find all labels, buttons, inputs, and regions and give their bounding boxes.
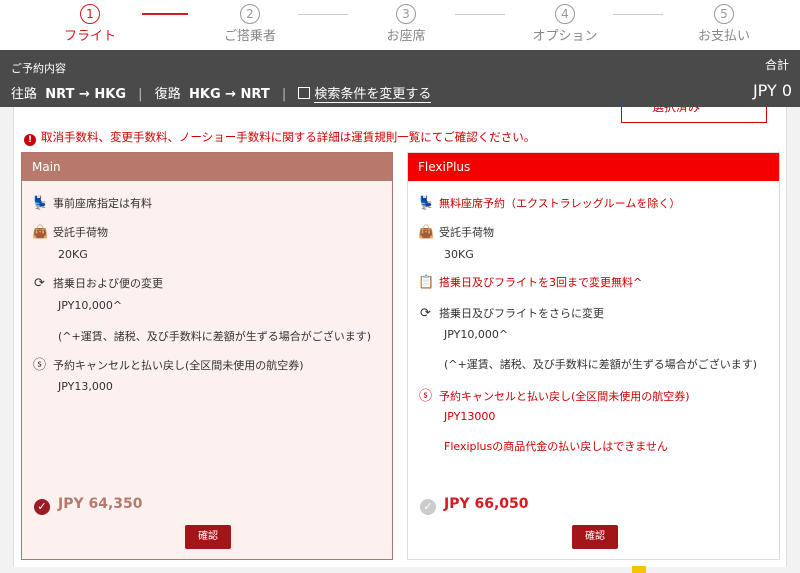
selected-badge-label: 選択済み <box>652 107 701 114</box>
change-note: (^+運賃、諸税、及び手数料に差額が生ずる場合がございます) <box>444 358 758 371</box>
fee-notice: ! 取消手数料、変更手数料、ノーショー手数料に関する詳細は運賃規則一覧にてご確認く… <box>24 129 535 146</box>
check-icon: ✓ <box>420 499 436 515</box>
dollar-icon: ⓢ <box>32 358 46 373</box>
edit-search-label: 検索条件を変更する <box>314 87 432 103</box>
step-connector <box>142 13 188 15</box>
baggage-value: 30KG <box>444 248 474 261</box>
change-note: (^+運賃、諸税、及び手数料に差額が生ずる場合がございます) <box>58 330 372 343</box>
step-number: 5 <box>714 4 734 24</box>
change-label: 搭乗日及びフライトをさらに変更 <box>439 307 604 320</box>
seat-icon: 💺 <box>32 196 49 211</box>
step-flight[interactable]: 1 フライト <box>40 4 140 44</box>
confirm-button[interactable]: 確認 <box>572 525 618 549</box>
dollar-icon: ⓢ <box>418 389 432 404</box>
refund-value: JPY13000 <box>444 410 496 423</box>
booking-summary-bar: ご予約内容 往路 NRT → HKG | 復路 HKG → NRT | 検索条件… <box>0 50 800 107</box>
route-line: 往路 NRT → HKG | 復路 HKG → NRT | 検索条件を変更する <box>11 83 432 103</box>
edit-icon <box>298 87 311 99</box>
step-label: お座席 <box>386 29 426 44</box>
fare-card-main[interactable]: Main 💺 事前座席指定は有料 👜 受託手荷物 20KG ⟳ 搭乗日および便の変更 … <box>21 152 393 560</box>
change-fee: JPY10,000^ <box>58 299 123 312</box>
free-change-feature: 📋 搭乗日及びフライトを3回まで変更無料^ <box>418 274 642 290</box>
baggage-label: 受託手荷物 <box>53 226 108 239</box>
fare-price: ✓ JPY 64,350 <box>34 496 143 515</box>
price-value: JPY 66,050 <box>444 496 529 512</box>
return-label: 復路 <box>154 87 181 102</box>
check-icon: ✓ <box>34 499 50 515</box>
selected-badge: 選択済み <box>621 107 767 123</box>
step-connector <box>613 14 663 15</box>
confirm-button[interactable]: 確認 <box>185 525 231 549</box>
step-options[interactable]: 4 オプション <box>515 4 615 44</box>
step-number: 1 <box>80 4 100 24</box>
step-number: 2 <box>240 4 260 24</box>
luggage-icon: 👜 <box>32 225 49 240</box>
edit-search-link[interactable]: 検索条件を変更する <box>298 87 432 103</box>
luggage-icon: 👜 <box>418 225 435 240</box>
return-route: HKG → NRT <box>188 87 270 102</box>
outbound-label: 往路 <box>11 87 38 102</box>
fare-card-title: Main <box>22 153 392 181</box>
total-value: JPY 0 <box>752 81 792 100</box>
total-label: 合計 <box>764 58 789 72</box>
divider: | <box>138 87 143 102</box>
fare-card-flexiplus[interactable]: FlexiPlus 💺 無料座席予約（エクストラレッグルームを除く） 👜 受託手荷物… <box>407 152 780 560</box>
refresh-icon: ⟳ <box>34 276 45 291</box>
step-label: お支払い <box>697 29 750 44</box>
change-feature: ⟳ 搭乗日及びフライトをさらに変更 <box>418 305 604 321</box>
chat-widget-edge[interactable] <box>632 566 646 573</box>
fare-card-title: FlexiPlus <box>408 153 779 181</box>
step-number: 3 <box>396 4 416 24</box>
step-connector <box>298 14 348 15</box>
change-feature: ⟳ 搭乗日および便の変更 <box>32 275 163 291</box>
divider: | <box>281 87 287 102</box>
booking-stepper: 1 フライト 2 ご搭乗者 3 お座席 4 オプション 5 お支払い <box>0 0 800 50</box>
fare-price: ✓ JPY 66,050 <box>420 496 529 515</box>
seat-icon: 💺 <box>418 196 435 211</box>
baggage-label: 受託手荷物 <box>439 226 494 239</box>
step-label: フライト <box>63 29 116 44</box>
alert-icon: ! <box>24 134 36 146</box>
refund-note: Flexiplusの商品代金の払い戻しはできません <box>444 440 668 453</box>
free-change-text: 搭乗日及びフライトを3回まで変更無料^ <box>439 276 643 289</box>
outbound-route: NRT → HKG <box>45 87 127 102</box>
step-label: オプション <box>532 29 598 44</box>
seat-feature: 💺 事前座席指定は有料 <box>32 195 152 211</box>
refund-feature: ⓢ 予約キャンセルと払い戻し(全区間未使用の航空券) <box>32 354 304 373</box>
price-value: JPY 64,350 <box>58 496 143 512</box>
clipboard-check-icon: 📋 <box>418 275 435 290</box>
change-label: 搭乗日および便の変更 <box>53 277 163 290</box>
refund-feature: ⓢ 予約キャンセルと払い戻し(全区間未使用の航空券) <box>418 385 690 404</box>
step-passengers[interactable]: 2 ご搭乗者 <box>200 4 300 44</box>
refund-label: 予約キャンセルと払い戻し(全区間未使用の航空券) <box>439 390 690 403</box>
baggage-feature: 👜 受託手荷物 <box>32 224 108 240</box>
step-number: 4 <box>555 4 575 24</box>
step-connector <box>455 14 505 15</box>
baggage-feature: 👜 受託手荷物 <box>418 224 494 240</box>
seat-text: 事前座席指定は有料 <box>53 197 152 210</box>
seat-text: 無料座席予約（エクストラレッグルームを除く） <box>439 197 681 210</box>
step-seats[interactable]: 3 お座席 <box>356 4 456 44</box>
change-fee: JPY10,000^ <box>444 328 509 341</box>
seat-feature: 💺 無料座席予約（エクストラレッグルームを除く） <box>418 195 680 211</box>
fee-notice-text: 取消手数料、変更手数料、ノーショー手数料に関する詳細は運賃規則一覧にてご確認くだ… <box>41 130 536 144</box>
baggage-value: 20KG <box>58 248 88 261</box>
refund-label: 予約キャンセルと払い戻し(全区間未使用の航空券) <box>53 359 304 372</box>
step-payment[interactable]: 5 お支払い <box>674 4 774 44</box>
refund-value: JPY13,000 <box>58 380 113 393</box>
summary-title: ご予約内容 <box>11 62 66 75</box>
refresh-icon: ⟳ <box>420 306 431 321</box>
step-label: ご搭乗者 <box>223 29 276 44</box>
